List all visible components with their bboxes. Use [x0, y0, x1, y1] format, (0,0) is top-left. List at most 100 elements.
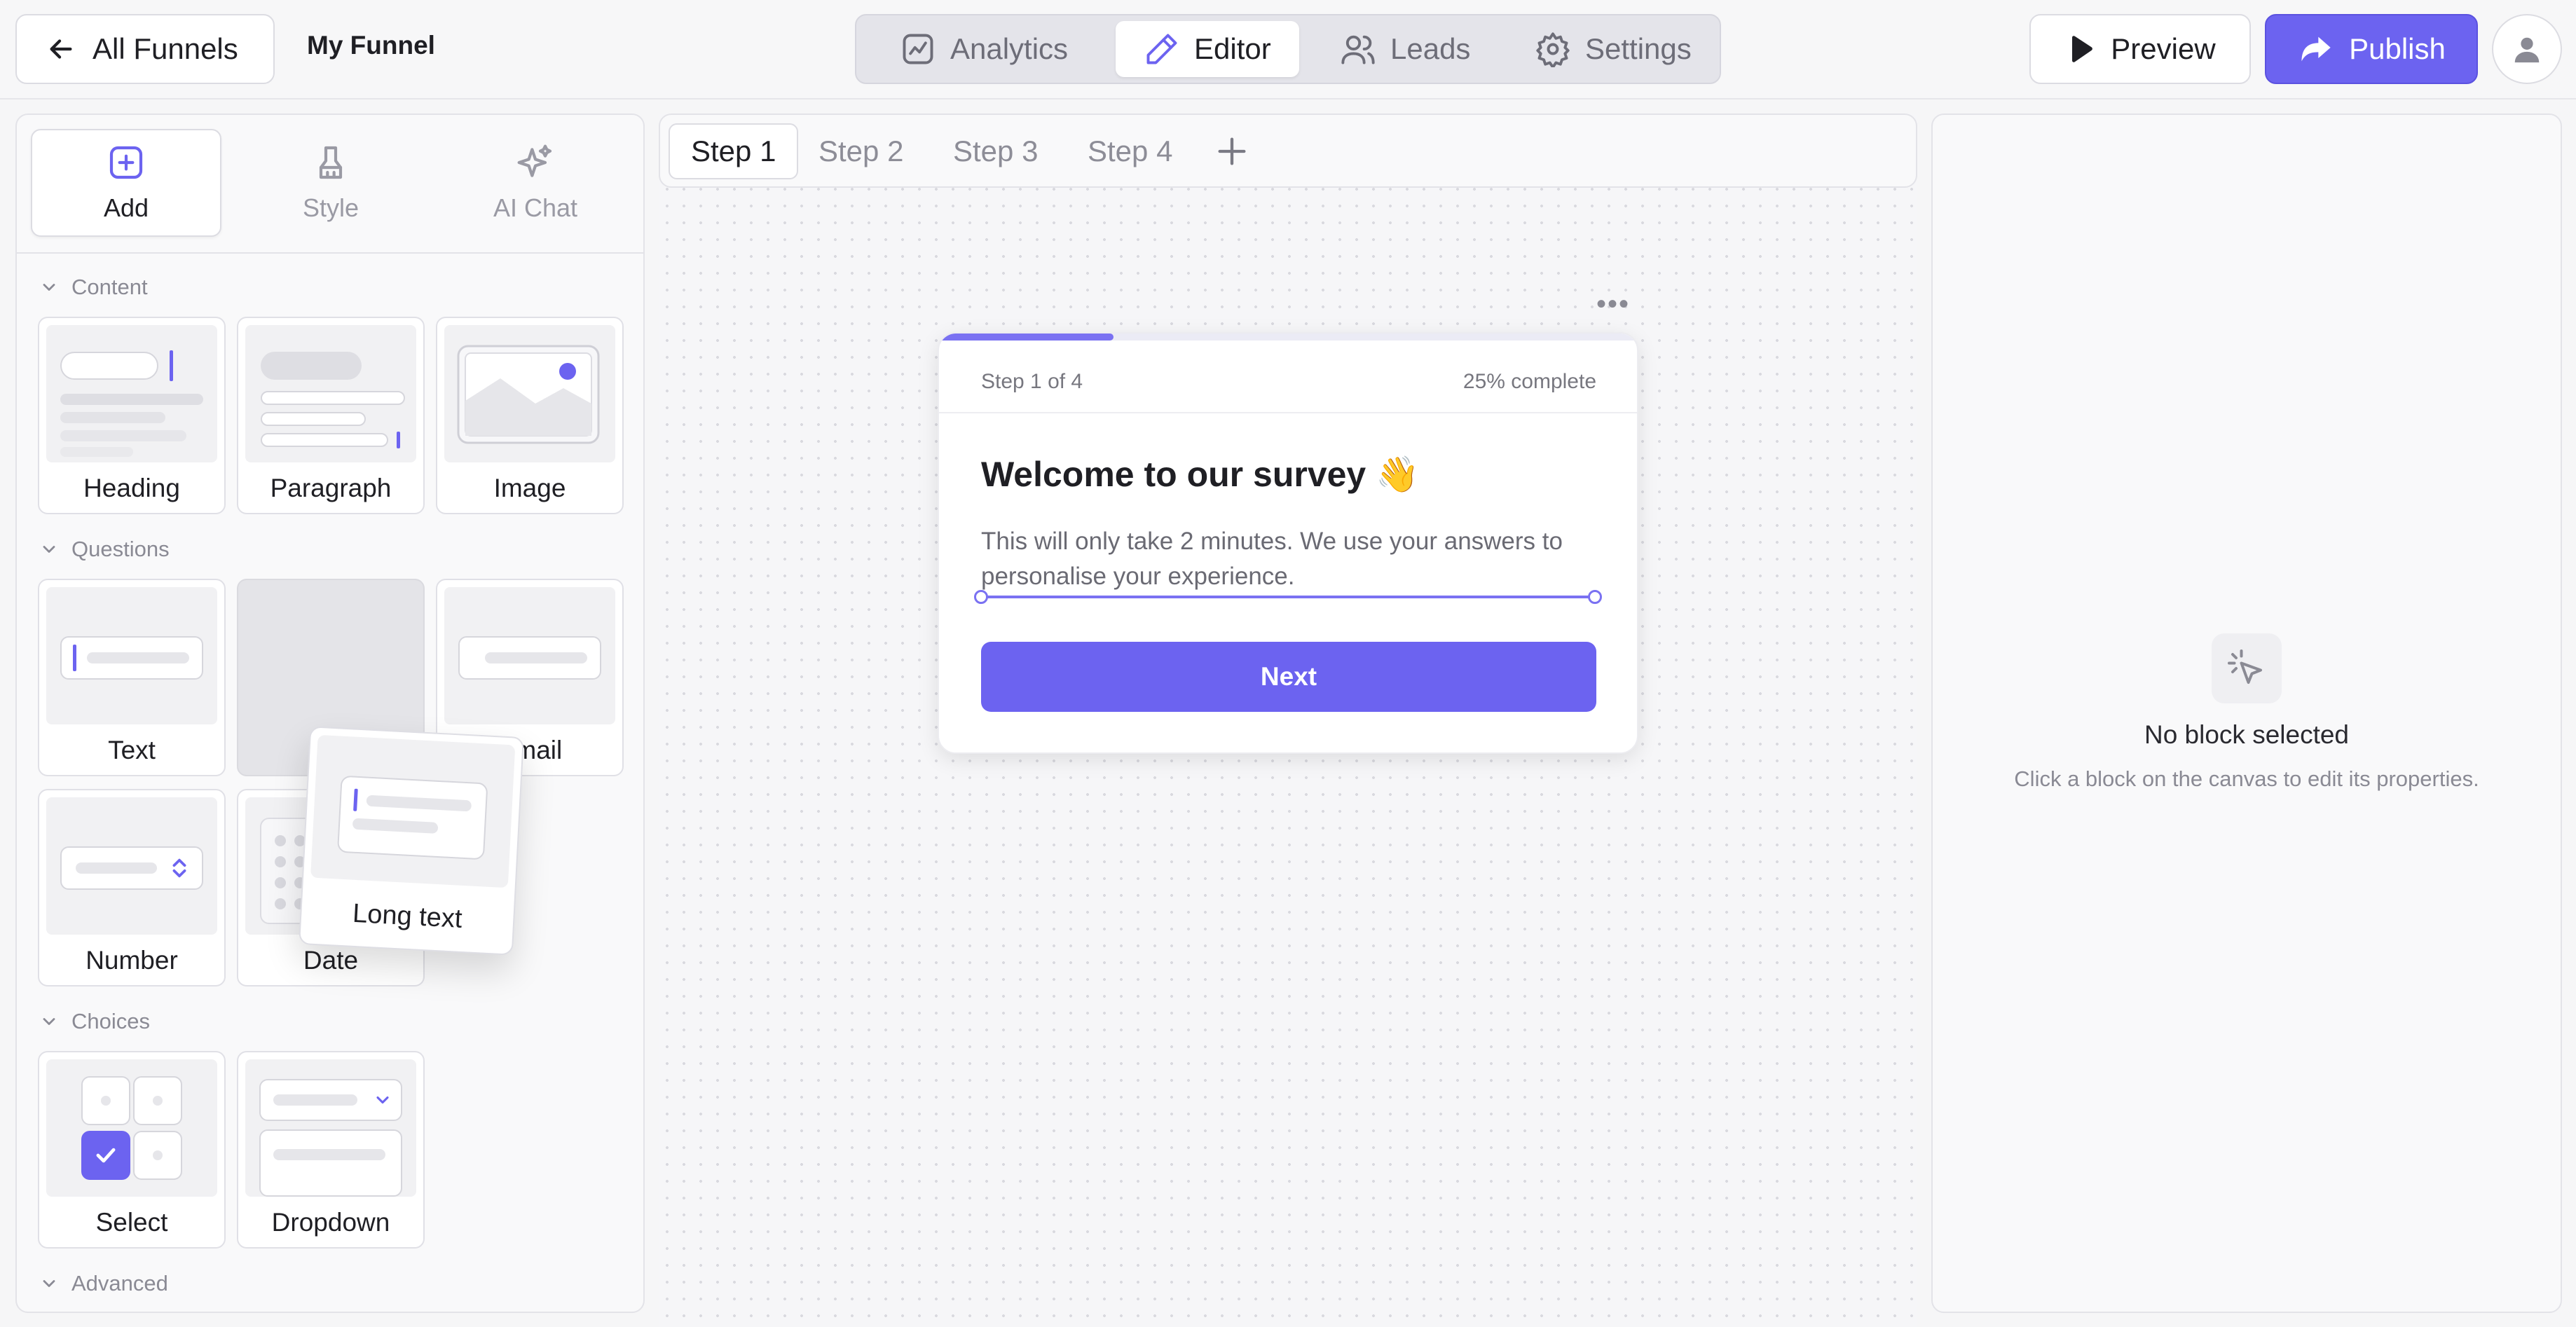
- nav-tab-analytics[interactable]: Analytics: [872, 21, 1096, 77]
- block-text[interactable]: Text: [38, 579, 226, 776]
- section-questions[interactable]: Questions: [39, 537, 170, 562]
- cursor-click-icon: [2228, 649, 2262, 684]
- step-tab-4[interactable]: Step 4: [1067, 123, 1193, 179]
- block-image[interactable]: Image: [436, 317, 624, 514]
- chart-icon: [903, 34, 933, 64]
- block-label: Number: [85, 946, 178, 975]
- block-paragraph[interactable]: Paragraph: [237, 317, 425, 514]
- more-options-icon[interactable]: •••: [1596, 289, 1630, 320]
- step-tab-3[interactable]: Step 3: [932, 123, 1059, 179]
- image-thumbnail: [444, 325, 615, 462]
- text-thumbnail: [46, 587, 217, 724]
- block-label: Heading: [83, 474, 180, 502]
- dropdown-thumbnail: [245, 1059, 416, 1197]
- tab-add[interactable]: Add: [31, 129, 221, 237]
- tab-style[interactable]: Style: [235, 129, 426, 237]
- nav-tab-settings[interactable]: Settings: [1507, 21, 1720, 77]
- drop-indicator: [974, 590, 1602, 604]
- section-label: Content: [71, 275, 148, 299]
- block-select[interactable]: Select: [38, 1051, 226, 1249]
- section-label: Questions: [71, 537, 170, 561]
- block-label: Text: [108, 736, 156, 764]
- add-step-button[interactable]: [1214, 133, 1250, 173]
- drop-indicator-handle-left: [974, 590, 988, 604]
- step-bar: Step 1 Step 2 Step 3 Step 4: [659, 114, 1917, 188]
- chevron-down-icon: [43, 1280, 55, 1287]
- pencil-icon: [1146, 34, 1177, 64]
- section-choices[interactable]: Choices: [39, 1009, 150, 1034]
- progress-track: [939, 334, 1637, 341]
- nav-tab-label: Analytics: [950, 32, 1069, 65]
- empty-state-title: No block selected: [2144, 720, 2350, 749]
- main-nav: Analytics Editor Leads Settings: [855, 14, 1721, 84]
- publish-label: Publish: [2349, 32, 2446, 65]
- plus-icon: [1218, 137, 1246, 165]
- check-icon: [96, 1148, 116, 1163]
- all-funnels-button[interactable]: All Funnels: [15, 14, 275, 84]
- number-thumbnail: [46, 797, 217, 935]
- section-advanced[interactable]: Advanced: [39, 1271, 168, 1296]
- survey-card[interactable]: Step 1 of 4 25% complete Welcome to our …: [938, 332, 1638, 754]
- section-label: Choices: [71, 1009, 150, 1033]
- step-counter: Step 1 of 4: [981, 370, 1083, 393]
- block-label: Dropdown: [271, 1208, 390, 1237]
- plus-square-icon: [109, 146, 143, 179]
- progress-fill: [939, 334, 1114, 341]
- card-header: Step 1 of 4 25% complete: [939, 341, 1637, 413]
- panel-tabs: Add Style AI Chat: [17, 115, 643, 254]
- top-bar: All Funnels My Funnel Analytics Editor L…: [0, 0, 2576, 99]
- email-thumbnail: [444, 587, 615, 724]
- all-funnels-label: All Funnels: [93, 32, 238, 65]
- step-tab-2[interactable]: Step 2: [797, 123, 924, 179]
- user-icon: [2514, 37, 2540, 63]
- chevron-down-icon: [43, 1018, 55, 1025]
- nav-tab-editor[interactable]: Editor: [1116, 21, 1299, 77]
- chevron-down-icon: [43, 284, 55, 291]
- empty-state-icon-box: [2212, 633, 2282, 703]
- tab-ai-chat[interactable]: AI Chat: [440, 129, 631, 237]
- chevron-down-icon: [376, 1096, 389, 1104]
- brush-icon: [319, 146, 343, 179]
- percent-complete: 25% complete: [1462, 370, 1596, 393]
- block-label: Long text: [352, 898, 463, 934]
- stepper-chevrons-icon: [172, 858, 186, 878]
- chevron-down-icon: [43, 546, 55, 553]
- user-avatar[interactable]: [2492, 14, 2562, 84]
- sparkles-icon: [517, 144, 552, 177]
- next-button[interactable]: Next: [981, 642, 1596, 712]
- block-label: Image: [493, 474, 566, 502]
- long-text-thumbnail: [310, 734, 516, 888]
- card-paragraph[interactable]: This will only take 2 minutes. We use yo…: [981, 524, 1598, 594]
- block-number[interactable]: Number: [38, 789, 226, 986]
- drop-indicator-handle-right: [1588, 590, 1602, 604]
- users-icon: [1341, 35, 1375, 64]
- empty-state-subtitle: Click a block on the canvas to edit its …: [2014, 766, 2479, 791]
- share-arrow-icon: [2301, 36, 2331, 62]
- block-dropdown[interactable]: Dropdown: [237, 1051, 425, 1249]
- tab-label: Add: [103, 193, 149, 222]
- select-thumbnail: [46, 1059, 217, 1197]
- editor-canvas[interactable]: Step 1 Step 2 Step 3 Step 4 ••• Step 1 o…: [659, 114, 1917, 1327]
- preview-label: Preview: [2111, 32, 2216, 65]
- heading-thumbnail: [46, 325, 217, 462]
- nav-tab-leads[interactable]: Leads: [1312, 21, 1498, 77]
- arrow-left-icon: [50, 39, 72, 59]
- properties-panel: No block selected Click a block on the c…: [1931, 114, 2562, 1313]
- publish-button[interactable]: Publish: [2265, 14, 2478, 84]
- paragraph-thumbnail: [245, 325, 416, 462]
- card-heading[interactable]: Welcome to our survey 👋: [981, 454, 1419, 495]
- step-tab-1[interactable]: Step 1: [669, 123, 799, 179]
- nav-tab-label: Settings: [1585, 32, 1692, 65]
- block-heading[interactable]: Heading: [38, 317, 226, 514]
- nav-tab-label: Leads: [1390, 32, 1471, 65]
- section-label: Advanced: [71, 1271, 168, 1295]
- preview-button[interactable]: Preview: [2029, 14, 2251, 84]
- image-placeholder-icon: [457, 345, 600, 444]
- block-label: Select: [95, 1208, 168, 1237]
- block-label: Date: [303, 946, 359, 975]
- dragging-block-long-text[interactable]: Long text: [299, 726, 524, 956]
- blocks-panel: Add Style AI Chat Content Heading Paragr…: [15, 114, 645, 1313]
- tab-label: Style: [302, 193, 359, 222]
- gear-icon: [1536, 32, 1570, 67]
- section-content[interactable]: Content: [39, 275, 148, 300]
